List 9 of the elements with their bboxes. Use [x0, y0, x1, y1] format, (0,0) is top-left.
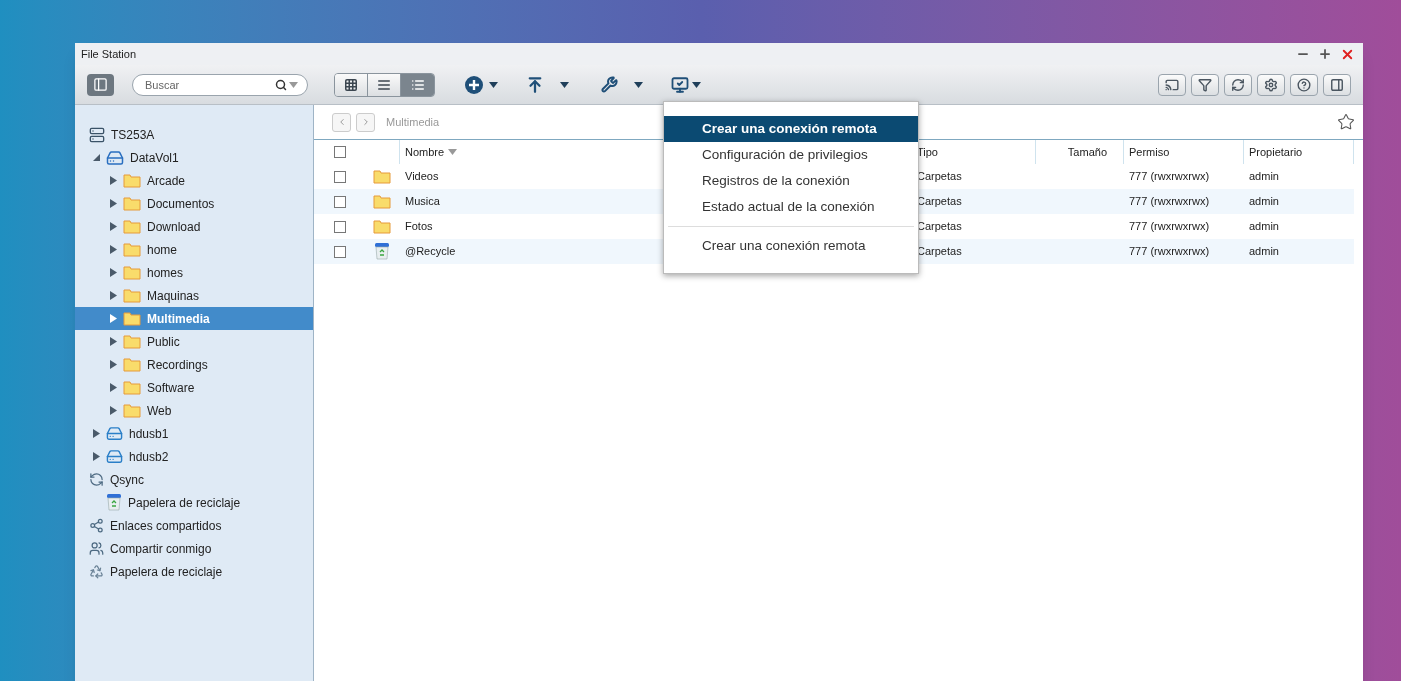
- table-cell-text: admin: [1249, 219, 1279, 235]
- table-cell-text: admin: [1249, 244, 1279, 260]
- table-cell-text: admin: [1249, 194, 1279, 210]
- table-cell-text: admin: [1249, 169, 1279, 185]
- table-cell-text: 777 (rwxrwxrwx): [1129, 169, 1210, 185]
- table-cell-text: 777 (rwxrwxrwx): [1129, 194, 1210, 210]
- table-cell-text: 777 (rwxrwxrwx): [1129, 219, 1210, 235]
- window-title: File Station: [81, 46, 137, 62]
- table-cell-text: 777 (rwxrwxrwx): [1129, 244, 1210, 260]
